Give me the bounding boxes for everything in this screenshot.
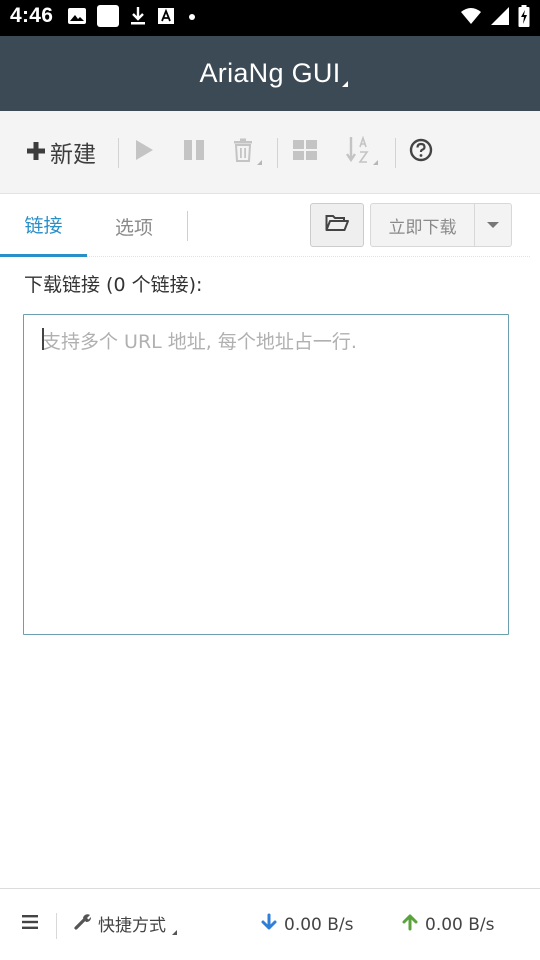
sort-az-icon — [345, 135, 371, 169]
bottom-bar: 快捷方式 0.00 B/s 0.00 B/s — [0, 888, 540, 960]
wrench-icon — [74, 912, 92, 935]
chevron-down-icon — [487, 222, 499, 228]
download-speed: 0.00 B/s — [260, 913, 354, 936]
grid-icon — [292, 139, 318, 165]
status-icons-left — [67, 5, 199, 31]
app-title[interactable]: AriaNg GUI — [199, 58, 340, 89]
arrow-down-icon — [260, 913, 278, 936]
delete-button[interactable] — [229, 138, 257, 166]
battery-icon — [518, 5, 530, 31]
shortcut-caret-icon — [172, 930, 177, 935]
play-icon — [133, 138, 155, 166]
new-task-button[interactable]: 新建 — [26, 135, 96, 169]
upload-speed-value: 0.00 B/s — [425, 914, 495, 935]
shortcut-label: 快捷方式 — [98, 916, 166, 936]
download-speed-value: 0.00 B/s — [284, 914, 354, 935]
open-file-button[interactable] — [310, 203, 364, 247]
download-icon — [129, 6, 147, 30]
app-square-icon — [97, 5, 119, 31]
tab-options[interactable]: 选项 — [92, 195, 176, 257]
sort-button[interactable] — [343, 135, 373, 169]
new-task-label: 新建 — [50, 142, 96, 168]
status-icons-right — [460, 5, 530, 31]
toolbar: 新建 — [0, 111, 540, 194]
tab-links[interactable]: 链接 — [0, 195, 87, 257]
status-time: 4:46 — [10, 4, 54, 27]
url-input[interactable] — [23, 314, 509, 635]
toolbar-divider — [277, 138, 278, 168]
toolbar-divider — [118, 138, 119, 168]
trash-icon — [232, 138, 254, 166]
plus-icon — [26, 138, 46, 166]
folder-open-icon — [325, 213, 349, 237]
pause-button[interactable] — [180, 138, 208, 166]
upload-speed: 0.00 B/s — [401, 913, 495, 936]
help-icon — [409, 138, 433, 166]
font-a-icon — [157, 7, 175, 29]
download-button-group: 立即下载 — [370, 203, 512, 247]
menu-button[interactable] — [21, 914, 39, 935]
download-now-button[interactable]: 立即下载 — [371, 204, 475, 246]
select-all-button[interactable] — [291, 138, 319, 166]
sort-caret-icon — [373, 160, 378, 165]
arrow-up-icon — [401, 913, 419, 936]
text-cursor — [42, 328, 44, 350]
dot-icon — [185, 9, 199, 28]
image-icon — [67, 7, 87, 29]
start-button[interactable] — [130, 138, 158, 166]
pause-icon — [182, 138, 206, 166]
download-options-dropdown[interactable] — [475, 204, 511, 246]
tabs-divider — [87, 256, 530, 257]
wifi-icon — [460, 7, 482, 29]
signal-icon — [490, 6, 510, 30]
help-button[interactable] — [407, 138, 435, 166]
shortcut-button[interactable]: 快捷方式 — [74, 911, 166, 936]
status-bar: 4:46 — [0, 0, 540, 36]
hamburger-menu-icon — [21, 914, 39, 935]
title-menu-caret-icon[interactable] — [342, 81, 348, 87]
toolbar-divider — [395, 138, 396, 168]
bottom-bar-divider — [56, 913, 57, 939]
download-links-label: 下载链接 (0 个链接): — [24, 274, 203, 296]
delete-caret-icon — [257, 160, 262, 165]
title-bar: AriaNg GUI — [0, 36, 540, 111]
tabs-divider-vertical — [187, 211, 188, 241]
